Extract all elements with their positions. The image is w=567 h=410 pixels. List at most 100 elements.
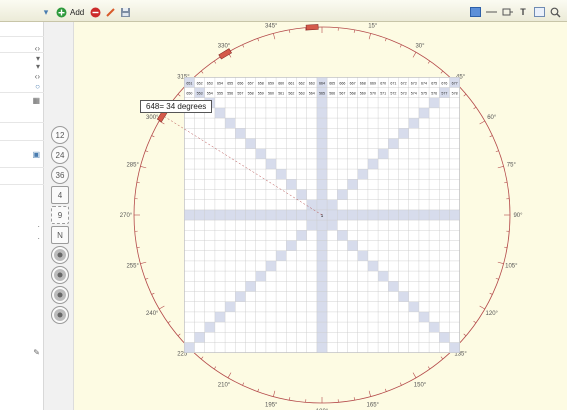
dial-degree-label: 345° [265, 24, 278, 30]
dial-degree-label: 255° [126, 264, 139, 270]
wheel-tool[interactable] [51, 306, 69, 324]
tool-label: 24 [55, 150, 65, 160]
dropdown-arrow-icon[interactable]: ▾ [40, 6, 52, 18]
option-icon[interactable]: · [37, 234, 40, 243]
wheel-tool[interactable] [51, 246, 69, 264]
grid-cell-value: 650 [186, 92, 192, 96]
sidebar-divider [0, 122, 44, 123]
grid-shaded-cell [286, 209, 297, 221]
grid-shaded-cell [255, 271, 266, 282]
text-icon[interactable]: T [517, 6, 529, 18]
grid-cell-value: 559 [258, 92, 264, 96]
grid-cell-value: 560 [268, 92, 274, 96]
option-icon[interactable]: · [37, 222, 40, 231]
search-icon[interactable] [549, 6, 561, 18]
tool-label: N [57, 230, 63, 240]
add-button-label[interactable]: Add [70, 8, 84, 17]
grid-cell-value: 657 [248, 81, 254, 85]
sidebar-divider [0, 140, 44, 141]
spiral-36-tool[interactable]: 36 [51, 166, 69, 184]
grid-cell-value: 577 [441, 92, 447, 96]
square-9-tool[interactable]: 9 [51, 206, 69, 224]
angle-handle[interactable] [305, 24, 319, 31]
dial-tick [140, 166, 147, 169]
grid-shaded-cell [357, 250, 368, 261]
grid-cell-value: 555 [217, 92, 223, 96]
dial-degree-label: 150° [414, 383, 427, 389]
grid-shaded-cell [296, 209, 307, 221]
dial-tick [412, 52, 417, 58]
grid-shaded-cell [418, 311, 430, 323]
line-icon[interactable] [485, 6, 497, 18]
grid-shaded-cell [225, 118, 236, 129]
grid-cell-value: 676 [441, 81, 447, 85]
grid-cell-value: 575 [421, 92, 427, 96]
spiral-24-tool[interactable]: 24 [51, 146, 69, 164]
grid-shaded-cell [337, 230, 348, 241]
grid-shaded-cell [327, 199, 338, 210]
north-tool[interactable]: N [51, 226, 69, 244]
dial-tick [213, 60, 217, 64]
expand-icon[interactable]: ‹› [35, 72, 40, 81]
list-icon[interactable]: ▦ [32, 96, 40, 105]
grid-cell-value: 573 [401, 92, 407, 96]
image-icon[interactable]: ▣ [32, 150, 40, 159]
grid-shaded-cell [296, 189, 307, 200]
dial-degree-label: 75° [507, 162, 517, 168]
grid-cell-value: 566 [329, 92, 335, 96]
dial-tick [495, 150, 499, 153]
grid-cell-value: 554 [207, 92, 213, 96]
pencil-icon[interactable]: ✎ [33, 348, 40, 357]
dial-tick [399, 44, 402, 48]
dial-degree-label: 105° [505, 264, 518, 270]
grid-shaded-cell [316, 138, 328, 149]
dial-tick [159, 305, 165, 310]
dial-tick [399, 382, 402, 386]
plus-circle-icon[interactable] [55, 6, 67, 18]
dial-tick [504, 182, 508, 184]
angle-readout-label: 648= 34 degrees [140, 100, 213, 113]
grid-shaded-cell [194, 332, 205, 343]
grid-shaded-cell [367, 260, 379, 272]
grid-shaded-cell [316, 332, 328, 343]
grid-cell-value: 659 [268, 81, 274, 85]
toolbar-right-group: T [469, 5, 561, 19]
angle-handle[interactable] [218, 48, 232, 60]
dial-degree-label: 330° [218, 43, 231, 49]
left-sidebar: ‹› ▾ ▾ ‹› ○ ▦ ▣ · · ✎ [0, 22, 44, 410]
grid-shaded-cell [316, 291, 328, 302]
grid-shaded-cell [204, 209, 215, 221]
grid-cell-value: 553 [197, 92, 203, 96]
square-4-tool[interactable]: 4 [51, 186, 69, 204]
search-icon[interactable]: ○ [35, 82, 40, 91]
expand-icon[interactable]: ‹› [35, 44, 40, 53]
spiral-12-tool[interactable]: 12 [51, 126, 69, 144]
square-of-nine-chart[interactable]: 0°15°30°45°60°75°90°105°120°135°150°165°… [74, 22, 567, 410]
dial-tick [368, 390, 371, 397]
dial-tick [440, 356, 444, 360]
window-icon[interactable] [469, 6, 481, 18]
dial-tick [151, 292, 155, 295]
grid-shaded-cell [408, 209, 419, 221]
grid-shaded-cell [214, 311, 226, 323]
wheel-tool[interactable] [51, 266, 69, 284]
dial-tick [257, 388, 260, 392]
grid-shaded-cell [316, 118, 328, 129]
wheel-tool[interactable] [51, 286, 69, 304]
save-icon[interactable] [119, 6, 131, 18]
frame-icon[interactable] [533, 6, 545, 18]
grid-shaded-cell [357, 209, 368, 221]
grid-shaded-cell [439, 209, 450, 221]
chevron-down-icon[interactable]: ▾ [36, 62, 40, 71]
grid-shaded-cell [265, 158, 277, 170]
grid-cell-value: 569 [360, 92, 366, 96]
grid-shaded-cell [235, 209, 246, 221]
grid-cell-value: 576 [431, 92, 437, 96]
drawing-canvas[interactable]: 0°15°30°45°60°75°90°105°120°135°150°165°… [74, 22, 567, 410]
delete-icon[interactable] [89, 6, 101, 18]
box-icon[interactable] [501, 6, 513, 18]
grid-shaded-cell [347, 179, 358, 190]
grid-shaded-cell [388, 138, 399, 149]
dial-degree-label: 0° [319, 22, 325, 23]
pen-icon[interactable] [104, 6, 116, 18]
